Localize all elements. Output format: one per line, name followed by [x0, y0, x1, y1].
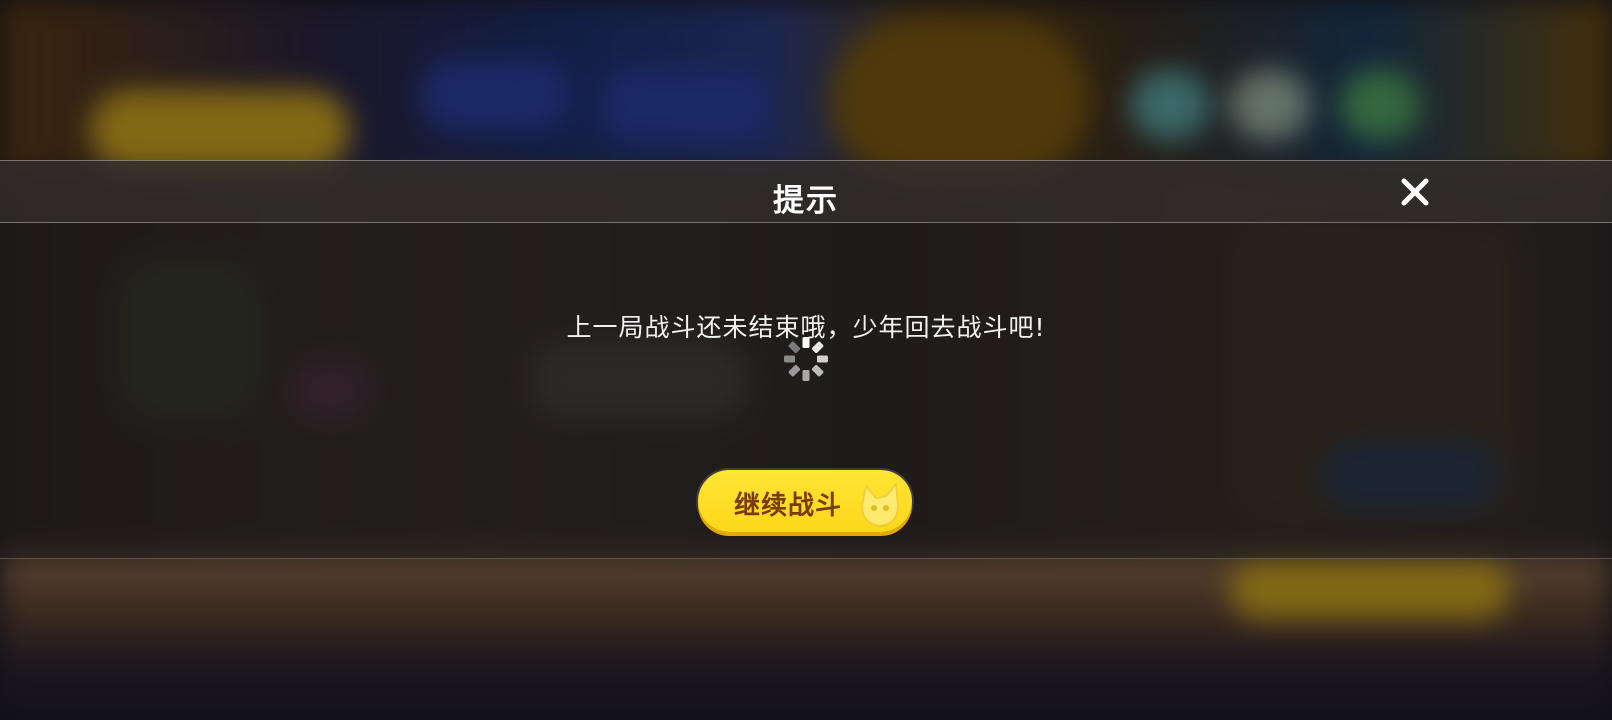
mascot-icon — [852, 476, 908, 532]
continue-battle-label: 继续战斗 — [733, 491, 842, 521]
dialog-title: 提示 — [773, 183, 839, 219]
dialog-title-bar: 提示 — [0, 160, 1612, 223]
loading-spinner-icon — [783, 336, 829, 382]
continue-battle-button[interactable]: 继续战斗 — [698, 470, 912, 532]
close-icon[interactable] — [1398, 175, 1432, 209]
